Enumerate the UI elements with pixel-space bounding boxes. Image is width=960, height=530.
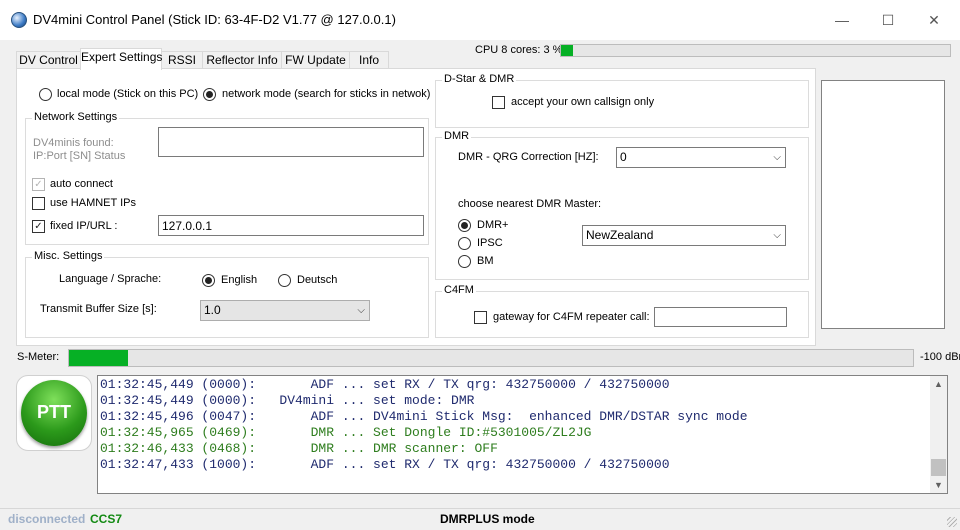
- status-bar: disconnected CCS7 DMRPLUS mode: [0, 508, 960, 530]
- sticks-found-list[interactable]: [158, 127, 424, 157]
- hamnet-checkbox[interactable]: [32, 197, 45, 210]
- english-label: English: [221, 274, 258, 286]
- ipsc-label: IPSC: [477, 237, 503, 249]
- dmr-master-select[interactable]: NewZealand ⌵: [582, 225, 786, 246]
- log-output[interactable]: 01:32:45,449 (0000): ADF ... set RX / TX…: [97, 375, 948, 494]
- qrg-correction-label: DMR - QRG Correction [HZ]:: [458, 151, 599, 163]
- log-line: 01:32:45,449 (0000): DV4mini ... set mod…: [100, 393, 475, 408]
- qrg-correction-value: 0: [620, 150, 627, 164]
- resize-grip-icon[interactable]: [947, 517, 957, 527]
- c4fm-gateway-label: gateway for C4FM repeater call:: [493, 311, 650, 323]
- scroll-down-icon[interactable]: ▼: [930, 477, 947, 493]
- local-mode-radio[interactable]: [39, 88, 52, 101]
- dmr-group: DMR DMR - QRG Correction [HZ]: 0 ⌵ choos…: [435, 130, 809, 280]
- hamnet-label: use HAMNET IPs: [50, 197, 136, 209]
- c4fm-group: C4FM gateway for C4FM repeater call:: [435, 284, 809, 338]
- close-button[interactable]: ✕: [911, 6, 957, 34]
- fixed-ip-input[interactable]: 127.0.0.1: [158, 215, 424, 236]
- mode-status: DMRPLUS mode: [440, 512, 535, 526]
- smeter-label: S-Meter:: [17, 351, 60, 363]
- maximize-button[interactable]: ☐: [865, 6, 911, 34]
- dmr-title: DMR: [442, 130, 472, 142]
- log-line: 01:32:46,433 (0468): DMR ... DMR scanner…: [100, 441, 498, 456]
- side-list-panel[interactable]: [821, 80, 945, 329]
- expert-settings-page: local mode (Stick on this PC) network mo…: [16, 68, 816, 346]
- log-line: 01:32:47,433 (1000): ADF ... set RX / TX…: [100, 457, 670, 472]
- dstar-dmr-title: D-Star & DMR: [442, 73, 517, 85]
- globe-icon: [11, 12, 27, 28]
- c4fm-title: C4FM: [442, 284, 476, 296]
- cpu-label: CPU 8 cores: 3 %: [475, 44, 563, 56]
- fixed-ip-checkbox[interactable]: ✓: [32, 220, 45, 233]
- chevron-down-icon: ⌵: [357, 305, 365, 316]
- network-settings-group: Network Settings DV4minis found: IP:Port…: [25, 111, 429, 245]
- english-radio[interactable]: [202, 274, 215, 287]
- cpu-progress: [560, 44, 951, 57]
- fixed-ip-label: fixed IP/URL :: [50, 220, 118, 232]
- log-line: 01:32:45,449 (0000): ADF ... set RX / TX…: [100, 377, 670, 392]
- ccs-status: CCS7: [90, 512, 123, 526]
- smeter-progress-fill: [69, 350, 129, 366]
- qrg-correction-select[interactable]: 0 ⌵: [616, 147, 786, 168]
- bm-radio[interactable]: [458, 255, 471, 268]
- auto-connect-checkbox[interactable]: ✓: [32, 178, 45, 191]
- network-mode-radio[interactable]: [203, 88, 216, 101]
- ptt-button[interactable]: PTT: [21, 380, 87, 446]
- minimize-button[interactable]: —: [819, 6, 865, 34]
- language-label: Language / Sprache:: [59, 273, 162, 285]
- c4fm-gateway-checkbox[interactable]: [474, 311, 487, 324]
- bm-label: BM: [477, 255, 494, 267]
- c4fm-gateway-input[interactable]: [654, 307, 787, 327]
- network-settings-title: Network Settings: [32, 111, 120, 123]
- title-bar: DV4mini Control Panel (Stick ID: 63-4F-D…: [0, 0, 960, 40]
- dstar-dmr-group: D-Star & DMR accept your own callsign on…: [435, 73, 809, 128]
- smeter-value: -100 dBm: [920, 351, 960, 363]
- accept-callsign-checkbox[interactable]: [492, 96, 505, 109]
- found-label-1: DV4minis found:: [33, 137, 114, 149]
- misc-settings-title: Misc. Settings: [32, 250, 105, 262]
- dmrplus-label: DMR+: [477, 219, 509, 231]
- app-window: DV4mini Control Panel (Stick ID: 63-4F-D…: [0, 0, 960, 530]
- deutsch-label: Deutsch: [297, 274, 338, 286]
- smeter-progress: [68, 349, 914, 367]
- window-title: DV4mini Control Panel (Stick ID: 63-4F-D…: [33, 12, 396, 27]
- chevron-down-icon: ⌵: [773, 230, 781, 241]
- auto-connect-label: auto connect: [50, 178, 113, 190]
- local-mode-label: local mode (Stick on this PC): [57, 88, 199, 100]
- scroll-up-icon[interactable]: ▲: [930, 376, 947, 392]
- tab-expert-settings[interactable]: Expert Settings: [80, 48, 162, 70]
- log-scrollbar[interactable]: ▲ ▼: [930, 376, 947, 493]
- log-line: 01:32:45,496 (0047): ADF ... DV4mini Sti…: [100, 409, 748, 424]
- ptt-panel: PTT: [16, 375, 92, 451]
- network-mode-label: network mode (search for sticks in netwo…: [222, 88, 431, 100]
- deutsch-radio[interactable]: [278, 274, 291, 287]
- misc-settings-group: Misc. Settings Language / Sprache: Engli…: [25, 250, 429, 338]
- connection-status: disconnected: [8, 512, 86, 526]
- chevron-down-icon: ⌵: [773, 152, 781, 163]
- buffer-size-select[interactable]: 1.0 ⌵: [200, 300, 370, 321]
- cpu-progress-fill: [561, 45, 573, 56]
- scroll-thumb[interactable]: [931, 459, 946, 476]
- log-line: 01:32:45,965 (0469): DMR ... Set Dongle …: [100, 425, 592, 440]
- buffer-size-value: 1.0: [204, 303, 221, 317]
- dmr-master-value: NewZealand: [586, 228, 654, 242]
- accept-callsign-label: accept your own callsign only: [511, 96, 655, 108]
- dmrplus-radio[interactable]: [458, 219, 471, 232]
- ipsc-radio[interactable]: [458, 237, 471, 250]
- master-label: choose nearest DMR Master:: [458, 198, 602, 210]
- buffer-label: Transmit Buffer Size [s]:: [40, 303, 157, 315]
- found-label-2: IP:Port [SN] Status: [33, 150, 126, 162]
